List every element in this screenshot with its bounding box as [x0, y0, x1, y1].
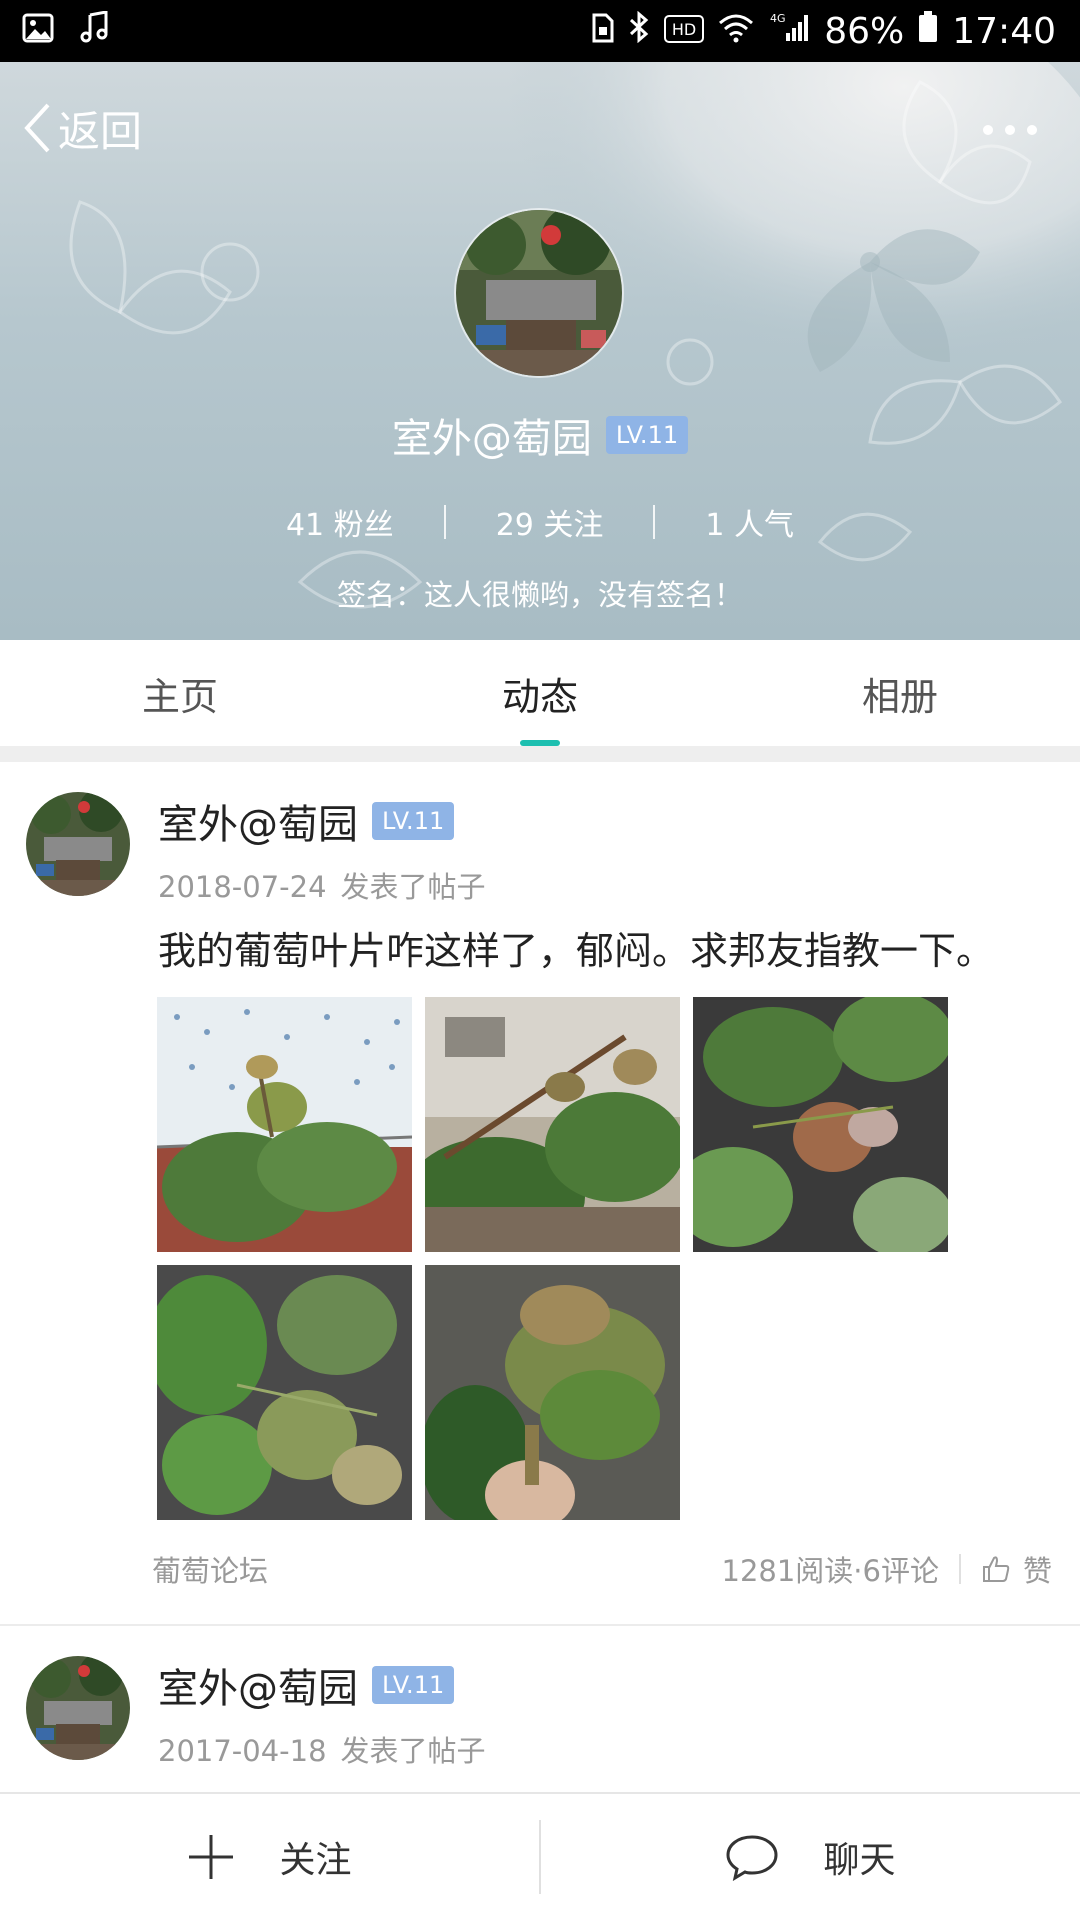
plus-icon: [189, 1835, 234, 1879]
like-button[interactable]: 赞: [981, 1548, 1052, 1590]
more-icon[interactable]: [980, 120, 1040, 140]
chat-button[interactable]: 聊天: [541, 1794, 1080, 1920]
tab-album[interactable]: 相册: [720, 640, 1080, 746]
forum-link[interactable]: 葡萄论坛: [152, 1548, 268, 1590]
image-icon: [22, 11, 54, 52]
fans-count[interactable]: 41 粉丝: [236, 500, 444, 544]
sim-lock-icon: [592, 11, 614, 52]
post-action: 发表了帖子: [340, 1734, 486, 1768]
post-header: 室外@萄园 LV.11 2018-07-24 发表了帖子: [158, 792, 486, 906]
post-footer: 葡萄论坛 1281阅读·6评论 赞: [152, 1546, 1052, 1592]
battery-percent: 86%: [824, 10, 905, 52]
profile-signature: 签名：这人很懒哟，没有签名！: [336, 578, 743, 612]
thumbs-up-icon: [982, 1556, 1010, 1582]
tab-label: 相册: [861, 674, 938, 719]
post-image[interactable]: [425, 1265, 680, 1520]
profile-tabs: 主页 动态 相册: [0, 640, 1080, 746]
post-date: 2017-04-18: [158, 1734, 327, 1768]
post-author-name[interactable]: 室外@萄园: [158, 1656, 358, 1714]
post-image[interactable]: [693, 997, 948, 1252]
post-meta: 2018-07-24 发表了帖子: [158, 864, 486, 906]
activity-feed[interactable]: 室外@萄园 LV.11 2018-07-24 发表了帖子 我的葡萄叶片咋这样了，郁…: [0, 762, 1080, 1792]
bluetooth-icon: [628, 10, 650, 52]
feed-post[interactable]: 室外@萄园 LV.11 2018-07-24 发表了帖子 我的葡萄叶片咋这样了，郁…: [0, 762, 1080, 1626]
follow-label: 关注: [279, 1840, 352, 1881]
tab-home[interactable]: 主页: [0, 640, 360, 746]
reads-comments[interactable]: 1281阅读·6评论: [722, 1548, 939, 1590]
feed-post[interactable]: 室外@萄园 LV.11 2017-04-18 发表了帖子: [0, 1626, 1080, 1792]
footer-divider: [958, 1554, 961, 1584]
level-badge: LV.11: [372, 802, 455, 840]
profile-header: 返回 室外@萄园 LV.11 41 粉丝 29 关注 1 人气 签名：这人很懒哟…: [0, 62, 1080, 640]
back-label: 返回: [58, 106, 143, 156]
profile-name: 室外@萄园: [391, 416, 592, 462]
svg-text:HD: HD: [672, 20, 696, 39]
bottom-action-bar: 关注 聊天: [0, 1792, 1080, 1920]
tab-label: 动态: [501, 674, 578, 719]
signal-icon: 4G: [768, 11, 810, 52]
post-action: 发表了帖子: [340, 870, 486, 904]
post-author-name[interactable]: 室外@萄园: [158, 792, 358, 850]
profile-name-row: 室外@萄园 LV.11: [0, 406, 1080, 464]
chat-bubble-icon: [726, 1835, 778, 1881]
post-image[interactable]: [157, 997, 412, 1252]
post-author-row: 室外@萄园 LV.11: [158, 1656, 486, 1714]
post-text[interactable]: 我的葡萄叶片咋这样了，郁闷。求邦友指教一下。: [158, 920, 994, 975]
post-author-row: 室外@萄园 LV.11: [158, 792, 486, 850]
following-count[interactable]: 29 关注: [446, 500, 654, 544]
chevron-left-icon: [24, 103, 50, 153]
post-header: 室外@萄园 LV.11 2017-04-18 发表了帖子: [158, 1656, 486, 1770]
profile-stats: 41 粉丝 29 关注 1 人气: [0, 500, 1080, 544]
post-date: 2018-07-24: [158, 870, 327, 904]
post-stats: 1281阅读·6评论 赞: [722, 1548, 1052, 1590]
post-image[interactable]: [157, 1265, 412, 1520]
battery-icon: [918, 10, 938, 52]
post-avatar[interactable]: [26, 1656, 130, 1760]
post-image[interactable]: [425, 997, 680, 1252]
post-avatar[interactable]: [26, 792, 130, 896]
status-bar: HD 4G 86% 17:40: [0, 0, 1080, 62]
profile-avatar[interactable]: [454, 208, 624, 378]
chat-label: 聊天: [823, 1840, 896, 1881]
svg-text:4G: 4G: [770, 12, 786, 25]
clock: 17:40: [952, 10, 1056, 52]
music-icon: [80, 9, 110, 52]
like-label: 赞: [1022, 1554, 1052, 1588]
level-badge: LV.11: [605, 416, 689, 454]
popularity-count: 1 人气: [705, 508, 795, 543]
hd-icon: HD: [664, 11, 705, 52]
level-badge: LV.11: [372, 1666, 455, 1704]
post-meta: 2017-04-18 发表了帖子: [158, 1728, 486, 1770]
tab-label: 主页: [141, 674, 218, 719]
section-gap: [0, 746, 1080, 762]
wifi-icon: [718, 11, 754, 52]
tab-activity[interactable]: 动态: [360, 640, 720, 746]
back-button[interactable]: 返回: [22, 98, 142, 158]
follow-button[interactable]: 关注: [0, 1794, 539, 1920]
